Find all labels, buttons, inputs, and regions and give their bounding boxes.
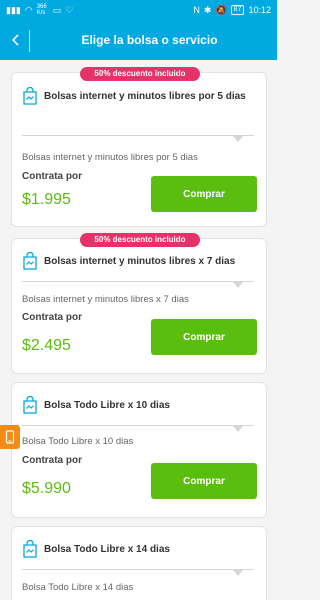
- offer-card: 50% descuento incluido Bolsas internet y…: [11, 233, 267, 374]
- buy-button[interactable]: Comprar: [151, 319, 257, 355]
- notification-icon: ▭: [52, 4, 62, 15]
- card-description: Bolsa Todo Libre x 14 dias: [22, 582, 134, 593]
- card-header: Bolsa Todo Libre x 14 dias: [22, 540, 259, 558]
- buy-button[interactable]: Comprar: [151, 463, 257, 499]
- shopping-bag-icon: [23, 540, 37, 558]
- card-description: Bolsas internet y minutos libres por 5 d…: [22, 152, 198, 163]
- signal-icon: ▮▮▮: [6, 4, 21, 15]
- shopping-bag-icon: [23, 396, 37, 414]
- discount-badge: 50% descuento incluido: [80, 67, 200, 81]
- divider: [22, 281, 254, 282]
- app-header: Elige la bolsa o servicio: [0, 20, 277, 60]
- heart-monitor-icon: ♡: [65, 4, 74, 15]
- contrata-label: Contrata por: [22, 455, 82, 466]
- contrata-label: Contrata por: [22, 171, 82, 182]
- price: $2.495: [22, 337, 71, 354]
- network-speed: 366 K/s: [36, 4, 47, 16]
- card-header: Bolsa Todo Libre x 10 dias: [22, 396, 259, 414]
- buy-button[interactable]: Comprar: [151, 176, 257, 212]
- card-description: Bolsas internet y minutos libres x 7 dia…: [22, 294, 189, 305]
- offer-card: Bolsa Todo Libre x 14 dias Bolsa Todo Li…: [11, 526, 267, 600]
- card-description: Bolsa Todo Libre x 10 dias: [22, 436, 134, 447]
- discount-badge: 50% descuento incluido: [80, 233, 200, 247]
- divider: [22, 569, 254, 570]
- mute-icon: 🔕: [215, 4, 227, 15]
- clock: 10:12: [248, 5, 271, 15]
- offer-card: Bolsa Todo Libre x 10 dias Bolsa Todo Li…: [11, 382, 267, 518]
- card-title: Bolsas internet y minutos libres por 5 d…: [44, 90, 246, 102]
- contrata-label: Contrata por: [22, 312, 82, 323]
- bluetooth-icon: ✱: [203, 4, 212, 15]
- card-title: Bolsa Todo Libre x 10 dias: [44, 399, 170, 411]
- back-button[interactable]: [6, 30, 26, 50]
- header-divider: [29, 30, 30, 52]
- divider-notch: [233, 136, 243, 142]
- divider: [22, 135, 254, 136]
- price: $1.995: [22, 191, 71, 208]
- nfc-icon: N: [193, 4, 200, 15]
- wifi-icon: ◠: [24, 4, 33, 15]
- shopping-bag-icon: [23, 252, 37, 270]
- shopping-bag-icon: [23, 87, 37, 105]
- card-header: Bolsas internet y minutos libres x 7 dia…: [22, 252, 259, 270]
- divider-notch: [233, 426, 243, 432]
- card-title: Bolsa Todo Libre x 14 dias: [44, 543, 170, 555]
- divider-notch: [233, 570, 243, 576]
- phone-icon: [5, 430, 15, 444]
- card-title: Bolsas internet y minutos libres x 7 dia…: [44, 255, 236, 267]
- divider-notch: [233, 282, 243, 288]
- card-header: Bolsas internet y minutos libres por 5 d…: [22, 87, 259, 105]
- status-bar: ▮▮▮ ◠ 366 K/s ▭ ♡ N ✱ 🔕 87 10:12: [0, 0, 277, 20]
- price: $5.990: [22, 480, 71, 497]
- offers-list[interactable]: 50% descuento incluido Bolsas internet y…: [0, 60, 277, 600]
- battery-icon: 87: [230, 5, 245, 15]
- floating-help-tab[interactable]: [0, 425, 20, 449]
- divider: [22, 425, 254, 426]
- chevron-left-icon: [11, 34, 19, 46]
- offer-card: 50% descuento incluido Bolsas internet y…: [11, 67, 267, 227]
- page-title: Elige la bolsa o servicio: [81, 33, 218, 47]
